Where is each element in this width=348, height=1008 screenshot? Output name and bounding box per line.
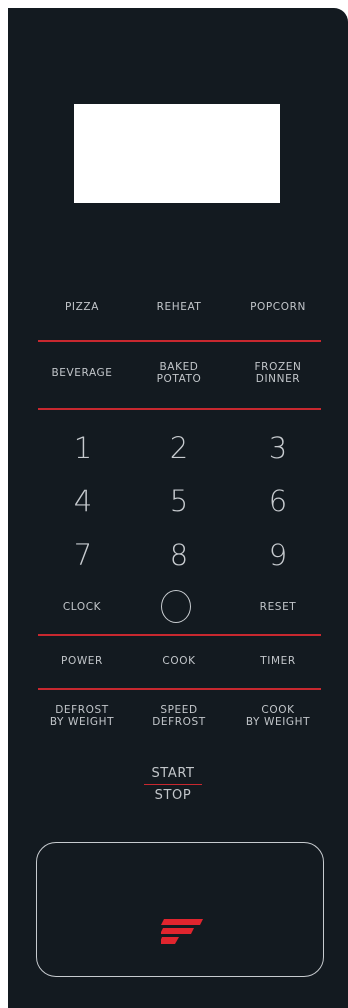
start-stop-button[interactable]: START STOP	[143, 766, 203, 803]
digit-2-button[interactable]: 2	[149, 431, 209, 465]
timer-button[interactable]: TIMER	[230, 655, 326, 667]
clock-button[interactable]: CLOCK	[34, 601, 130, 613]
cook-by-weight-button[interactable]: COOK BY WEIGHT	[230, 704, 326, 728]
baked-potato-label-line2: POTATO	[156, 373, 202, 385]
defrost-by-weight-label-line1: DEFROST	[55, 704, 109, 716]
digit-5-button[interactable]: 5	[149, 484, 209, 518]
beverage-button[interactable]: BEVERAGE	[34, 367, 130, 379]
divider	[38, 688, 321, 690]
speed-defrost-button[interactable]: SPEED DEFROST	[131, 704, 227, 728]
display-screen	[74, 104, 280, 203]
cook-by-weight-label-line1: COOK	[261, 704, 295, 716]
digit-6-button[interactable]: 6	[248, 484, 308, 518]
pizza-button[interactable]: PIZZA	[34, 301, 130, 313]
start-label: START	[151, 766, 195, 781]
popcorn-button[interactable]: POPCORN	[230, 301, 326, 313]
cook-by-weight-label-line2: BY WEIGHT	[245, 716, 311, 728]
frozen-dinner-button[interactable]: FROZEN DINNER	[230, 361, 326, 385]
baked-potato-button[interactable]: BAKED POTATO	[131, 361, 227, 385]
speed-defrost-label-line1: SPEED	[160, 704, 198, 716]
defrost-by-weight-label-line2: BY WEIGHT	[49, 716, 115, 728]
digit-0-button[interactable]	[161, 590, 191, 623]
frozen-dinner-label-line1: FROZEN	[254, 361, 302, 373]
baked-potato-label-line1: BAKED	[159, 361, 199, 373]
digit-9-button[interactable]: 9	[248, 538, 308, 572]
cook-button[interactable]: COOK	[131, 655, 227, 667]
divider	[38, 408, 321, 410]
start-stop-separator	[144, 784, 202, 786]
divider	[38, 634, 321, 636]
digit-3-button[interactable]: 3	[248, 431, 308, 465]
reheat-button[interactable]: REHEAT	[131, 301, 227, 313]
digit-8-button[interactable]: 8	[149, 538, 209, 572]
frozen-dinner-label-line2: DINNER	[255, 373, 301, 385]
digit-4-button[interactable]: 4	[53, 484, 113, 518]
brand-logo-icon	[161, 919, 203, 944]
speed-defrost-label-line2: DEFROST	[152, 716, 206, 728]
defrost-by-weight-button[interactable]: DEFROST BY WEIGHT	[34, 704, 130, 728]
digit-7-button[interactable]: 7	[53, 538, 113, 572]
divider	[38, 340, 321, 342]
stop-label: STOP	[154, 788, 192, 804]
door-open-button[interactable]	[36, 842, 324, 977]
reset-button[interactable]: RESET	[230, 601, 326, 613]
power-button[interactable]: POWER	[34, 655, 130, 667]
digit-1-button[interactable]: 1	[53, 431, 113, 465]
